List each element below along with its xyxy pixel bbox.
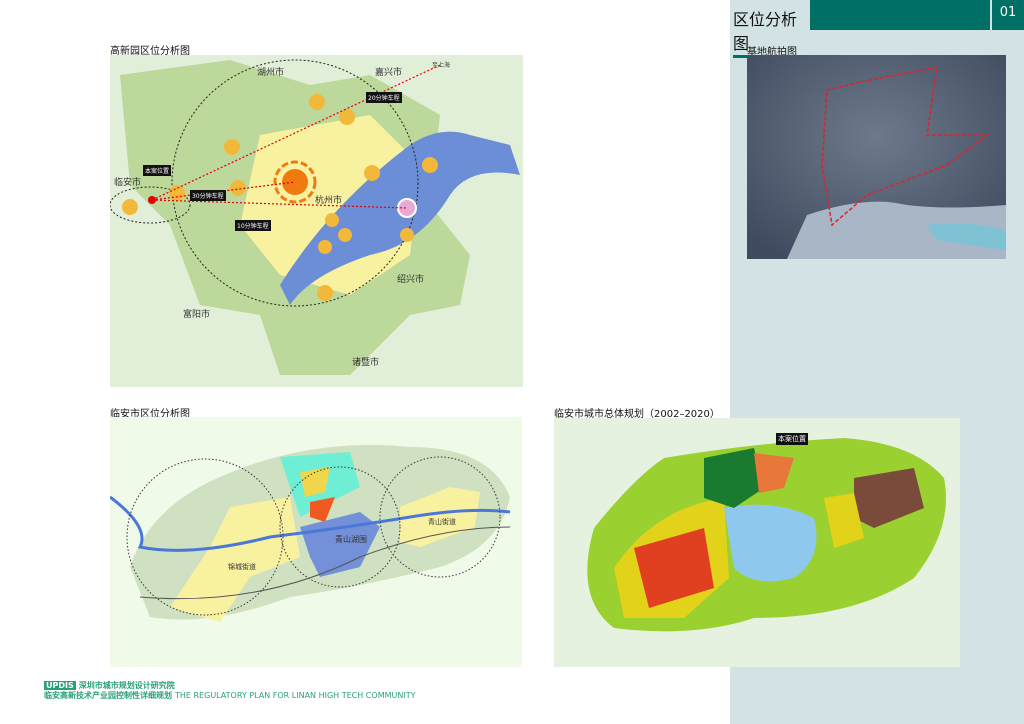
site-location-tag: 本案位置 (776, 433, 808, 445)
city-label-zhuji: 诸暨市 (352, 358, 380, 368)
page-number: 01 (992, 0, 1024, 30)
city-label-jiaxing: 嘉兴市 (375, 68, 403, 78)
city-label-linan: 临安市 (114, 178, 142, 188)
place-jincheng: 锦城街道 (228, 563, 256, 571)
aerial-photo (747, 55, 1006, 259)
city-label-hangzhou: 杭州市 (315, 196, 343, 206)
tag-to-shanghai: 至上海 (432, 62, 451, 69)
header-bar (810, 0, 990, 30)
master-plan-map: 本案位置 (554, 418, 960, 667)
footer-project-en: THE REGULATORY PLAN FOR LINAN HIGH TECH … (175, 691, 416, 700)
linan-location-map: 锦城街道 青山湖围 青山街道 (110, 417, 522, 667)
city-label-huzhou: 湖州市 (257, 68, 285, 78)
place-qingshan: 青山街道 (428, 518, 456, 526)
high-tech-location-map: 湖州市 嘉兴市 临安市 杭州市 富阳市 诸暨市 绍兴市 30分钟车程 20分钟车… (110, 55, 523, 387)
footer-project-cn: 临安高新技术产业园控制性详细规划 (44, 691, 172, 700)
place-qingshanhu: 青山湖围 (335, 535, 367, 544)
tag-10min: 10分钟车程 (235, 220, 271, 231)
tag-20min: 20分钟车程 (366, 92, 402, 103)
city-label-shaoxing: 绍兴市 (397, 275, 425, 285)
tag-site: 本案位置 (143, 165, 172, 176)
city-label-fuyang: 富阳市 (183, 310, 211, 320)
footer-institute-name: 深圳市城市规划设计研究院 (78, 681, 175, 690)
footer-badge: UPDIS (44, 681, 76, 690)
tag-30min: 30分钟车程 (190, 190, 226, 201)
footer-project: 临安高新技术产业园控制性详细规划 THE REGULATORY PLAN FOR … (44, 690, 415, 701)
